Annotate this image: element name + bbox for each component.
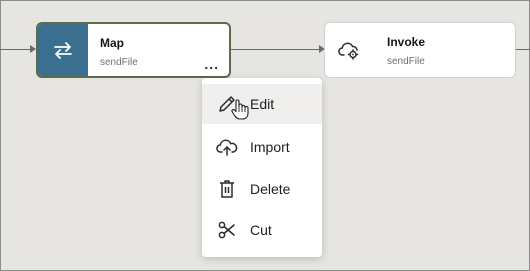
menu-item-label: Cut [250,222,272,238]
node-title: Map [100,36,124,50]
connector-middle [231,49,319,50]
connector-left [0,49,30,50]
invoke-node[interactable]: Invoke sendFile [324,22,516,78]
menu-item-label: Edit [250,96,275,112]
menu-item-label: Delete [250,181,291,197]
swap-arrows-icon [38,24,88,76]
connector-right [516,49,530,50]
context-menu: Edit Import Delete Cut [202,78,322,257]
node-title: Invoke [387,35,426,49]
map-node[interactable]: Map sendFile ... [36,22,231,78]
cloud-upload-icon [216,136,238,158]
cloud-gear-icon [325,23,375,77]
menu-item-edit[interactable]: Edit [202,84,322,124]
menu-item-import[interactable]: Import [202,127,322,167]
scissors-icon [216,219,238,241]
menu-item-label: Import [250,139,290,155]
node-subtitle: sendFile [387,56,425,67]
trash-icon [216,178,238,200]
menu-item-delete[interactable]: Delete [202,169,322,209]
hand-cursor-icon [231,99,249,120]
menu-item-cut[interactable]: Cut [202,210,322,250]
more-actions-button[interactable]: ... [204,57,219,71]
